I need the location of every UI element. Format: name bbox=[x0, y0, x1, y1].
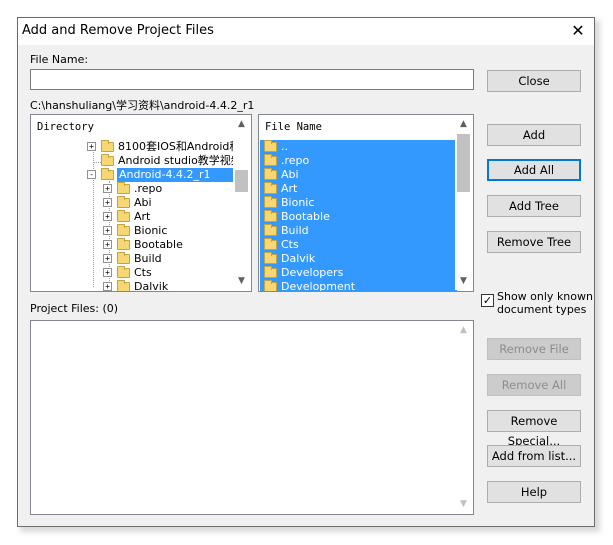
close-icon[interactable]: ✕ bbox=[568, 21, 588, 41]
remove-file-button[interactable]: Remove File bbox=[487, 338, 581, 360]
directory-scrollbar[interactable]: ▲ ▼ bbox=[233, 116, 250, 290]
add-from-list-button[interactable]: Add from list... bbox=[487, 445, 581, 467]
tree-item-label: Abi bbox=[134, 196, 152, 209]
folder-icon bbox=[264, 252, 277, 264]
folder-icon bbox=[264, 266, 277, 278]
list-item[interactable]: Development bbox=[260, 280, 457, 291]
folder-icon bbox=[101, 140, 114, 152]
scroll-down-icon[interactable]: ▼ bbox=[233, 273, 250, 290]
current-path: C:\hanshuliang\学习资料\android-4.4.2_r1 bbox=[30, 99, 255, 112]
list-item[interactable]: Dalvik bbox=[260, 252, 457, 266]
scroll-up-icon[interactable]: ▲ bbox=[455, 322, 472, 339]
list-item[interactable]: Bootable bbox=[260, 210, 457, 224]
file-list-scrollbar[interactable]: ▲ ▼ bbox=[455, 116, 472, 290]
folder-icon bbox=[117, 210, 130, 222]
directory-header: Directory bbox=[37, 121, 94, 133]
folder-icon bbox=[117, 238, 130, 250]
list-item[interactable]: Bionic bbox=[260, 196, 457, 210]
collapse-icon[interactable]: - bbox=[87, 170, 96, 179]
show-known-checkbox[interactable]: ✓ bbox=[481, 294, 494, 307]
expand-icon[interactable]: + bbox=[103, 254, 112, 263]
expand-icon[interactable]: + bbox=[87, 142, 96, 151]
tree-item-label: .repo bbox=[134, 182, 163, 195]
list-item[interactable]: Art bbox=[260, 182, 457, 196]
list-item[interactable]: Cts bbox=[260, 238, 457, 252]
tree-item-label: Bootable bbox=[134, 238, 183, 251]
scroll-down-icon[interactable]: ▼ bbox=[455, 496, 472, 513]
help-button[interactable]: Help bbox=[487, 481, 581, 503]
folder-icon bbox=[101, 154, 114, 166]
folder-icon bbox=[264, 168, 277, 180]
folder-icon bbox=[264, 238, 277, 250]
tree-item-label: Android studio教学视频 bbox=[118, 154, 242, 167]
folder-icon bbox=[264, 196, 277, 208]
add-all-button[interactable]: Add All bbox=[487, 159, 581, 181]
scroll-up-icon[interactable]: ▲ bbox=[233, 116, 250, 133]
expand-icon[interactable]: + bbox=[103, 282, 112, 291]
file-name-label: File Name: bbox=[30, 53, 89, 66]
dialog-title: Add and Remove Project Files bbox=[22, 23, 214, 38]
show-known-label-line1: Show only known bbox=[497, 290, 593, 303]
tree-item-label: Art bbox=[134, 210, 151, 223]
folder-open-icon bbox=[101, 168, 114, 180]
close-button[interactable]: Close bbox=[487, 70, 581, 92]
expand-icon[interactable]: + bbox=[103, 198, 112, 207]
list-item[interactable]: .repo bbox=[260, 154, 457, 168]
title-bar: Add and Remove Project Files ✕ bbox=[18, 18, 594, 45]
expand-icon[interactable]: + bbox=[103, 226, 112, 235]
tree-item-label: Android-4.4.2_r1 bbox=[117, 168, 233, 182]
project-files-label: Project Files: (0) bbox=[30, 302, 119, 315]
file-list[interactable]: File Name .. .repo Abi Art Bionic Bootab… bbox=[258, 114, 474, 292]
expand-icon[interactable]: + bbox=[103, 212, 112, 221]
folder-icon bbox=[264, 182, 277, 194]
add-button[interactable]: Add bbox=[487, 124, 581, 146]
expand-icon[interactable]: + bbox=[103, 240, 112, 249]
scroll-thumb[interactable] bbox=[235, 170, 248, 192]
file-name-input[interactable] bbox=[30, 69, 474, 90]
tree-item-label: 8100套IOS和Android程 bbox=[118, 140, 241, 153]
file-list-header: File Name bbox=[265, 121, 322, 133]
folder-icon bbox=[117, 224, 130, 236]
list-item[interactable]: Build bbox=[260, 224, 457, 238]
list-item[interactable]: .. bbox=[260, 140, 457, 154]
folder-icon bbox=[264, 280, 277, 291]
remove-all-button[interactable]: Remove All bbox=[487, 374, 581, 396]
folder-icon bbox=[264, 210, 277, 222]
tree-item-label: Bionic bbox=[134, 224, 168, 237]
folder-icon bbox=[117, 182, 130, 194]
folder-icon bbox=[117, 280, 130, 291]
remove-special-button[interactable]: Remove Special... bbox=[487, 410, 581, 448]
scroll-down-icon[interactable]: ▼ bbox=[455, 273, 472, 290]
remove-tree-button[interactable]: Remove Tree bbox=[487, 231, 581, 253]
add-tree-button[interactable]: Add Tree bbox=[487, 195, 581, 217]
folder-icon bbox=[264, 154, 277, 166]
tree-item-label: Build bbox=[134, 252, 162, 265]
folder-icon bbox=[117, 252, 130, 264]
tree-item-label: Cts bbox=[134, 266, 152, 279]
list-item[interactable]: Abi bbox=[260, 168, 457, 182]
list-item[interactable]: Developers bbox=[260, 266, 457, 280]
directory-tree[interactable]: Directory + 8100套IOS和Android程 Android st… bbox=[30, 114, 252, 292]
folder-icon bbox=[117, 266, 130, 278]
scroll-thumb[interactable] bbox=[457, 134, 470, 192]
scroll-up-icon[interactable]: ▲ bbox=[455, 116, 472, 133]
folder-icon bbox=[117, 196, 130, 208]
tree-item-label: Dalvik bbox=[134, 280, 169, 292]
expand-icon[interactable]: + bbox=[103, 268, 112, 277]
project-files-list[interactable]: ▲ ▼ bbox=[30, 320, 474, 515]
folder-icon bbox=[264, 224, 277, 236]
project-files-scrollbar[interactable]: ▲ ▼ bbox=[455, 322, 472, 513]
show-known-label-line2: document types bbox=[497, 303, 587, 316]
expand-icon[interactable]: + bbox=[103, 184, 112, 193]
add-remove-files-dialog: Add and Remove Project Files ✕ File Name… bbox=[17, 17, 595, 527]
parent-folder-icon bbox=[264, 140, 277, 152]
